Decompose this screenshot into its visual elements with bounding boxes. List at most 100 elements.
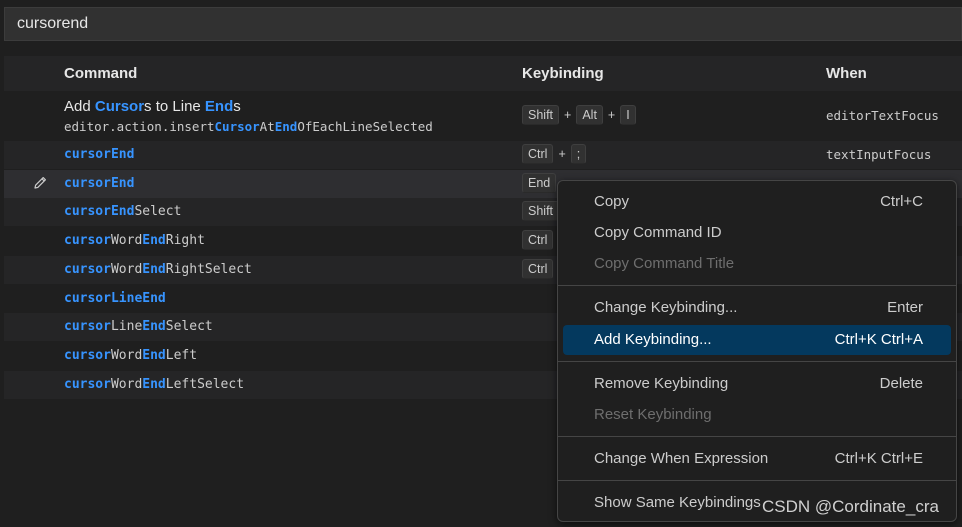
keybinding: Shift + Alt + I xyxy=(522,105,636,125)
command-id: cursorWordEndRight xyxy=(64,233,205,248)
command-text-segment: Cursor xyxy=(94,98,145,115)
command-text-segment: Left xyxy=(165,348,198,363)
search-input-value: cursorend xyxy=(17,15,89,32)
command-text-segment: cursor xyxy=(64,233,111,248)
command-text-segment: Select xyxy=(134,204,182,219)
menu-item-copy[interactable]: Copy Ctrl+C xyxy=(563,187,951,217)
command-text-segment: cursorEnd xyxy=(64,204,135,219)
watermark: CSDN @Cordinate_cra xyxy=(762,497,939,516)
keybinding: End xyxy=(522,173,557,193)
header-command: Command xyxy=(64,65,138,82)
command-text-segment: Word xyxy=(110,377,143,392)
key-chip: Alt xyxy=(576,105,603,125)
menu-item-shortcut: Delete xyxy=(879,375,923,392)
command-text-segment: End xyxy=(142,319,166,334)
keybinding: Shift xyxy=(522,201,560,221)
command-text-segment: Word xyxy=(110,262,143,277)
menu-separator xyxy=(558,480,956,481)
key-chip: Shift xyxy=(522,105,560,125)
command-text-segment: Word xyxy=(110,348,143,363)
command-text-segment: Right xyxy=(165,233,205,248)
menu-item-add-keybinding[interactable]: Add Keybinding... Ctrl+K Ctrl+A xyxy=(563,325,951,355)
key-chip: Ctrl xyxy=(522,144,554,164)
command-text-segment: Line xyxy=(110,319,143,334)
command-text-segment: cursor xyxy=(64,262,111,277)
command-id: cursorEnd xyxy=(64,176,134,191)
key-separator: + xyxy=(558,147,566,161)
command-title: Add Cursors to Line Ends xyxy=(64,98,241,115)
header-when: When xyxy=(826,65,867,82)
command-text-segment: Add xyxy=(64,98,95,115)
command-text-segment: LeftSelect xyxy=(165,377,245,392)
command-text-segment: cursorEnd xyxy=(64,176,135,191)
key-chip: Ctrl xyxy=(522,230,554,250)
command-text-segment: OfEachLineSelected xyxy=(297,119,433,134)
key-chip: End xyxy=(522,173,557,193)
menu-item-label: Copy Command ID xyxy=(594,224,722,241)
pencil-icon[interactable] xyxy=(32,175,48,191)
command-text-segment: Word xyxy=(110,233,143,248)
command-text-segment: cursor xyxy=(64,348,111,363)
command-id: cursorLineEndSelect xyxy=(64,319,213,334)
command-id: cursorWordEndLeftSelect xyxy=(64,377,244,392)
key-chip: Shift xyxy=(522,201,560,221)
menu-separator xyxy=(558,285,956,286)
menu-separator xyxy=(558,436,956,437)
keybinding: Ctrl xyxy=(522,259,554,279)
command-text-segment: cursor xyxy=(64,291,111,306)
menu-item-shortcut: Ctrl+C xyxy=(880,193,923,210)
header-keybinding: Keybinding xyxy=(522,65,604,82)
menu-separator xyxy=(558,361,956,362)
context-menu: Copy Ctrl+C Copy Command ID Copy Command Ti… xyxy=(557,180,957,522)
command-text-segment: s xyxy=(233,98,241,115)
command-text-segment: End xyxy=(142,262,166,277)
menu-item-shortcut: Enter xyxy=(887,299,923,316)
menu-item-label: Change When Expression xyxy=(594,450,769,467)
table-header: Command Keybinding When xyxy=(4,56,962,91)
command-text-segment: Select xyxy=(165,319,213,334)
when-expression: editorTextFocus xyxy=(826,108,939,123)
command-text-segment: cursor xyxy=(64,377,111,392)
menu-item-label: Show Same Keybindings xyxy=(594,494,761,511)
command-text-segment: cursorEnd xyxy=(64,147,135,162)
menu-item-shortcut: Ctrl+K Ctrl+E xyxy=(834,450,923,467)
menu-item-remove-keybinding[interactable]: Remove Keybinding Delete xyxy=(563,369,951,399)
keybinding: Ctrl +; xyxy=(522,144,587,164)
key-separator: + xyxy=(564,108,572,122)
command-text-segment: editor.action.insert xyxy=(64,119,215,134)
menu-item-label: Add Keybinding... xyxy=(594,331,712,348)
command-text-segment: RightSelect xyxy=(165,262,252,277)
key-chip: ; xyxy=(570,144,587,164)
table-row[interactable]: cursorEnd Ctrl +; textInputFocus xyxy=(4,141,962,169)
command-text-segment: End xyxy=(274,119,298,134)
menu-item-label: Remove Keybinding xyxy=(594,375,729,392)
key-chip: Ctrl xyxy=(522,259,554,279)
command-id: cursorLineEnd xyxy=(64,291,166,306)
command-id: cursorEndSelect xyxy=(64,204,181,219)
menu-item-reset-keybinding: Reset Keybinding xyxy=(563,400,951,430)
key-separator: + xyxy=(607,108,616,122)
menu-item-label: Change Keybinding... xyxy=(594,299,738,316)
command-id: cursorWordEndRightSelect xyxy=(64,262,252,277)
command-id: editor.action.insertCursorAtEndOfEachLin… xyxy=(64,119,433,134)
menu-item-change-keybinding[interactable]: Change Keybinding... Enter xyxy=(563,293,951,323)
when-expression: textInputFocus xyxy=(826,147,932,162)
command-text-segment: Cursor xyxy=(214,119,260,134)
command-text-segment: LineEnd xyxy=(110,291,166,306)
menu-item-label: Reset Keybinding xyxy=(594,406,712,423)
table-row[interactable]: Add Cursors to Line Ends editor.action.in… xyxy=(4,92,962,140)
menu-item-shortcut: Ctrl+K Ctrl+A xyxy=(834,331,923,348)
keybinding: Ctrl xyxy=(522,230,554,250)
search-keybindings-input[interactable]: cursorend xyxy=(4,7,962,41)
command-id: cursorWordEndLeft xyxy=(64,348,197,363)
command-text-segment: s to Line xyxy=(144,98,205,115)
menu-item-label: Copy xyxy=(594,193,630,210)
command-text-segment: End xyxy=(142,233,166,248)
menu-item-copy-command-id[interactable]: Copy Command ID xyxy=(563,218,951,248)
menu-item-copy-command-title: Copy Command Title xyxy=(563,249,951,279)
command-text-segment: End xyxy=(142,377,166,392)
menu-item-change-when-expression[interactable]: Change When Expression Ctrl+K Ctrl+E xyxy=(563,444,951,474)
command-text-segment: At xyxy=(259,119,275,134)
key-chip: I xyxy=(620,105,636,125)
command-text-segment: End xyxy=(204,98,234,115)
